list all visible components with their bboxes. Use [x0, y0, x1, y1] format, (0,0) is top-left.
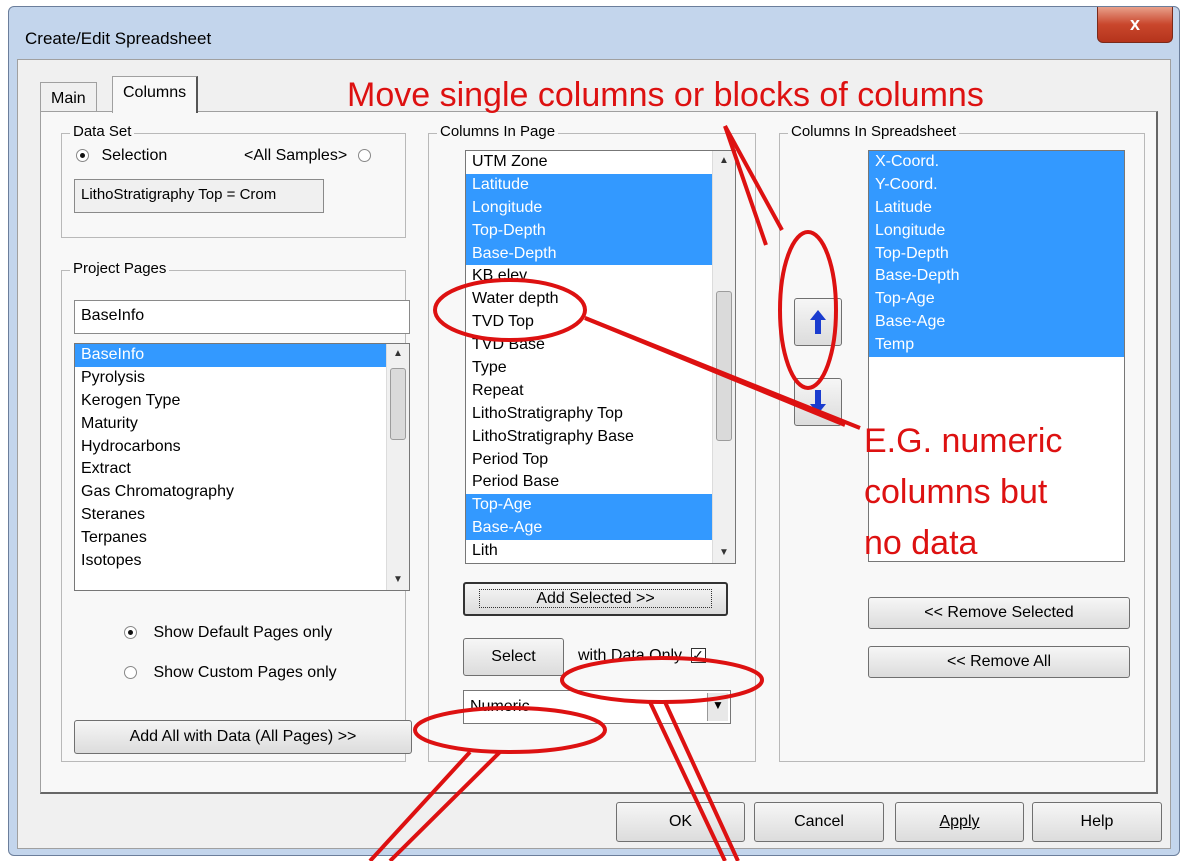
list-item[interactable]: Period Top	[466, 449, 735, 472]
numeric-note-line-1: E.G. numeric	[864, 422, 1063, 460]
chevron-down-icon[interactable]: ▼	[707, 693, 728, 721]
remove-all-button[interactable]: << Remove All	[868, 646, 1130, 678]
title-bar[interactable]: Create/Edit Spreadsheet x	[9, 7, 1179, 63]
show-custom-radio[interactable]	[124, 666, 137, 680]
remove-selected-button[interactable]: << Remove Selected	[868, 597, 1130, 629]
column-type-dropdown[interactable]: Numeric ▼	[463, 690, 731, 724]
window-title: Create/Edit Spreadsheet	[25, 29, 212, 48]
list-item[interactable]: Top-Depth	[466, 219, 735, 243]
scroll-down-icon[interactable]: ▼	[713, 543, 735, 563]
columns-in-spreadsheet-items: X-Coord. Y-Coord. Latitude Longitude Top-Dep…	[869, 151, 1124, 358]
select-button[interactable]: Select	[463, 638, 564, 676]
list-item[interactable]: Base-Age	[466, 517, 735, 541]
show-custom-radio-row[interactable]: Show Custom Pages only	[124, 664, 337, 682]
list-item[interactable]: Latitude	[869, 196, 1124, 220]
list-item[interactable]: BaseInfo	[75, 344, 409, 367]
columns-in-page-items: UTM Zone Latitude Longitude Top-Depth Base-D…	[466, 151, 735, 563]
list-item[interactable]: X-Coord.	[869, 151, 1124, 174]
project-pages-group: Project Pages BaseInfo BaseInfo Pyrolysis…	[61, 260, 412, 762]
all-samples-radio[interactable]	[357, 149, 371, 163]
list-item[interactable]: LithoStratigraphy Base	[466, 426, 735, 449]
list-item[interactable]: Top-Age	[869, 288, 1124, 312]
add-all-with-data-button[interactable]: Add All with Data (All Pages) >>	[74, 720, 412, 754]
list-item[interactable]: Extract	[75, 458, 409, 481]
list-item[interactable]: LithoStratigraphy Top	[466, 403, 735, 426]
tab-main[interactable]: Main	[40, 82, 97, 112]
help-button[interactable]: Help	[1032, 802, 1162, 842]
column-type-value: Numeric	[470, 698, 530, 715]
selection-radio[interactable]	[76, 149, 89, 163]
selection-radio-label: Selection	[101, 147, 168, 164]
list-item[interactable]: Top-Depth	[869, 242, 1124, 266]
move-columns-annotation: Move single columns or blocks of columns	[347, 76, 984, 114]
selection-value-field: LithoStratigraphy Top = Crom	[74, 179, 324, 213]
list-item[interactable]: Terpanes	[75, 527, 409, 550]
list-item[interactable]: Base-Age	[869, 311, 1124, 335]
list-item[interactable]: Maturity	[75, 413, 409, 436]
project-pages-label: Project Pages	[70, 260, 170, 277]
project-pages-items: BaseInfo Pyrolysis Kerogen Type Maturity Hyd…	[75, 344, 409, 573]
show-default-radio[interactable]	[124, 626, 137, 640]
ok-button[interactable]: OK	[616, 802, 745, 842]
project-pages-scrollbar[interactable]: ▲ ▼	[386, 344, 409, 590]
list-item[interactable]: Type	[466, 357, 735, 380]
list-item[interactable]: Temp	[869, 334, 1124, 358]
list-item[interactable]: KB elev	[466, 265, 735, 288]
columns-in-page-group: Columns In Page UTM Zone Latitude Longitud…	[428, 123, 756, 762]
tab-columns[interactable]: Columns	[112, 76, 199, 113]
columns-in-page-label: Columns In Page	[437, 123, 559, 140]
scroll-up-icon[interactable]: ▲	[713, 151, 735, 171]
list-item[interactable]: Period Base	[466, 471, 735, 494]
project-pages-filter-input[interactable]: BaseInfo	[74, 300, 410, 334]
list-item[interactable]: Y-Coord.	[869, 173, 1124, 197]
list-item[interactable]: Base-Depth	[869, 265, 1124, 289]
selection-radio-row[interactable]: Selection	[76, 147, 167, 165]
list-item[interactable]: Repeat	[466, 380, 735, 403]
close-button[interactable]: x	[1097, 7, 1173, 43]
list-item[interactable]: Water depth	[466, 288, 735, 311]
list-item[interactable]: Isotopes	[75, 550, 409, 573]
with-data-only-row[interactable]: with Data Only ✓	[578, 647, 706, 665]
list-item[interactable]: Top-Age	[466, 494, 735, 518]
all-samples-label: <All Samples>	[244, 147, 348, 164]
list-item[interactable]: UTM Zone	[466, 151, 735, 174]
list-item[interactable]: TVD Top	[466, 311, 735, 334]
list-item[interactable]: Gas Chromatography	[75, 481, 409, 504]
list-item[interactable]: Steranes	[75, 504, 409, 527]
columns-in-spreadsheet-label: Columns In Spreadsheet	[788, 123, 960, 140]
columns-in-page-scrollbar[interactable]: ▲ ▼	[712, 151, 735, 563]
scroll-thumb[interactable]	[390, 368, 406, 440]
list-item[interactable]: Pyrolysis	[75, 367, 409, 390]
data-set-label: Data Set	[70, 123, 135, 140]
cancel-button[interactable]: Cancel	[754, 802, 884, 842]
list-item[interactable]: Kerogen Type	[75, 390, 409, 413]
all-samples-radio-row[interactable]: <All Samples>	[244, 147, 371, 165]
show-default-label: Show Default Pages only	[153, 624, 333, 641]
list-item[interactable]: Longitude	[869, 219, 1124, 243]
numeric-columns-annotation: E.G. numeric columns but no data	[864, 416, 1062, 569]
add-selected-label: Add Selected >>	[479, 589, 712, 608]
list-item[interactable]: Hydrocarbons	[75, 436, 409, 459]
list-item[interactable]: Longitude	[466, 196, 735, 220]
list-item[interactable]: Base-Depth	[466, 242, 735, 266]
columns-in-page-list[interactable]: UTM Zone Latitude Longitude Top-Depth Base-D…	[465, 150, 736, 564]
project-pages-list[interactable]: BaseInfo Pyrolysis Kerogen Type Maturity Hyd…	[74, 343, 410, 591]
add-selected-button[interactable]: Add Selected >>	[463, 582, 728, 616]
list-item[interactable]: Lith	[466, 540, 735, 563]
numeric-note-line-3: no data	[864, 524, 978, 562]
scroll-down-icon[interactable]: ▼	[387, 570, 409, 590]
list-item[interactable]: Latitude	[466, 173, 735, 197]
show-default-radio-row[interactable]: Show Default Pages only	[124, 624, 332, 642]
list-item[interactable]: TVD Base	[466, 334, 735, 357]
scroll-thumb[interactable]	[716, 291, 732, 441]
close-icon: x	[1129, 14, 1140, 34]
scroll-up-icon[interactable]: ▲	[387, 344, 409, 364]
numeric-note-line-2: columns but	[864, 473, 1048, 511]
with-data-only-label: with Data Only	[578, 647, 683, 664]
apply-button[interactable]: Apply	[895, 802, 1024, 842]
data-set-group: Data Set Selection <All Samples> LithoSt…	[61, 123, 406, 238]
show-custom-label: Show Custom Pages only	[153, 664, 337, 681]
with-data-only-checkbox[interactable]: ✓	[690, 648, 706, 664]
